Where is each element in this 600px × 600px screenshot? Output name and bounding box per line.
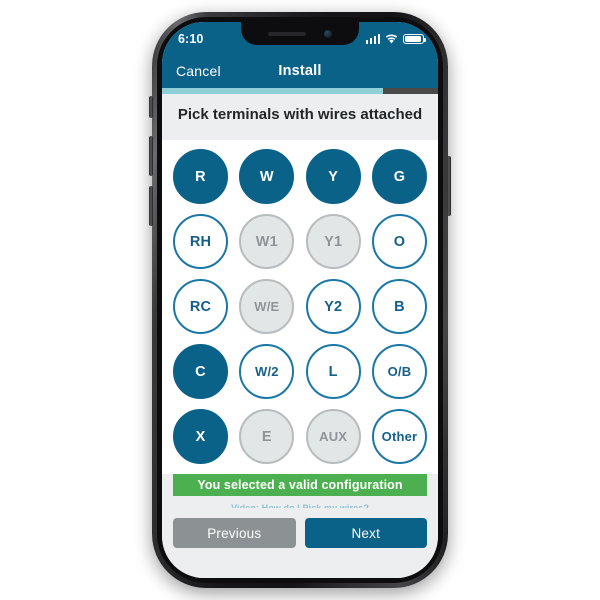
- terminal-button-rc[interactable]: RC: [173, 279, 228, 334]
- earpiece-speaker: [268, 31, 306, 36]
- terminal-button-o[interactable]: O: [371, 214, 427, 269]
- terminal-button-y[interactable]: Y: [305, 149, 361, 204]
- terminal-row: C W/2 L O/B: [173, 344, 427, 399]
- power-button[interactable]: [447, 156, 451, 216]
- volume-up-button[interactable]: [149, 136, 153, 176]
- terminal-button-r[interactable]: R: [173, 149, 228, 204]
- terminal-button-o-b[interactable]: O/B: [371, 344, 427, 399]
- page-title: Pick terminals with wires attached: [162, 94, 438, 134]
- terminal-button-aux: AUX: [305, 409, 361, 464]
- terminal-button-rh[interactable]: RH: [173, 214, 228, 269]
- terminal-button-x[interactable]: X: [173, 409, 228, 464]
- progress-bar: [162, 88, 438, 94]
- volume-down-button[interactable]: [149, 186, 153, 226]
- terminal-row: RH W1 Y1 O: [173, 214, 427, 269]
- terminal-row: X E AUX Other: [173, 409, 427, 464]
- terminal-button-e: E: [239, 409, 295, 464]
- cancel-button[interactable]: Cancel: [176, 63, 221, 79]
- status-bar-icons: [365, 32, 426, 45]
- terminal-button-y1: Y1: [305, 214, 361, 269]
- terminal-row: RC W/E Y2 B: [173, 279, 427, 334]
- terminal-button-w-e: W/E: [239, 279, 295, 334]
- terminal-button-g[interactable]: G: [371, 149, 427, 204]
- phone-screen: 6:10 Cancel Install Pick terminals with …: [162, 22, 438, 578]
- terminal-button-l[interactable]: L: [305, 344, 361, 399]
- front-camera-icon: [324, 29, 332, 38]
- next-button[interactable]: Next: [304, 518, 427, 548]
- status-bar-time: 6:10: [178, 32, 204, 46]
- status-badge: You selected a valid configuration: [173, 474, 427, 496]
- screenshot-stage: 6:10 Cancel Install Pick terminals with …: [0, 0, 600, 600]
- app-nav-bar: Cancel Install: [162, 54, 438, 88]
- terminal-button-w[interactable]: W: [239, 149, 295, 204]
- footer-actions: Previous Next: [162, 508, 438, 578]
- terminal-row: RWYG: [173, 149, 427, 204]
- terminal-button-b[interactable]: B: [371, 279, 427, 334]
- signal-icon: [365, 34, 380, 44]
- terminal-button-other[interactable]: Other: [371, 409, 427, 464]
- battery-icon: [403, 33, 426, 45]
- notch: [241, 22, 359, 45]
- terminal-button-w-2[interactable]: W/2: [239, 344, 295, 399]
- previous-button[interactable]: Previous: [173, 518, 296, 548]
- terminal-button-y2[interactable]: Y2: [305, 279, 361, 334]
- terminal-button-w1: W1: [239, 214, 295, 269]
- silent-switch[interactable]: [149, 96, 153, 118]
- terminal-grid: R W Y G RH W1 Y1 O RC W/E Y2 B C W/2 L O/B X E AUX Other: [162, 140, 438, 474]
- terminal-button-c[interactable]: C: [173, 344, 228, 399]
- progress-bar-fill: [162, 88, 383, 94]
- wifi-icon: [385, 34, 398, 44]
